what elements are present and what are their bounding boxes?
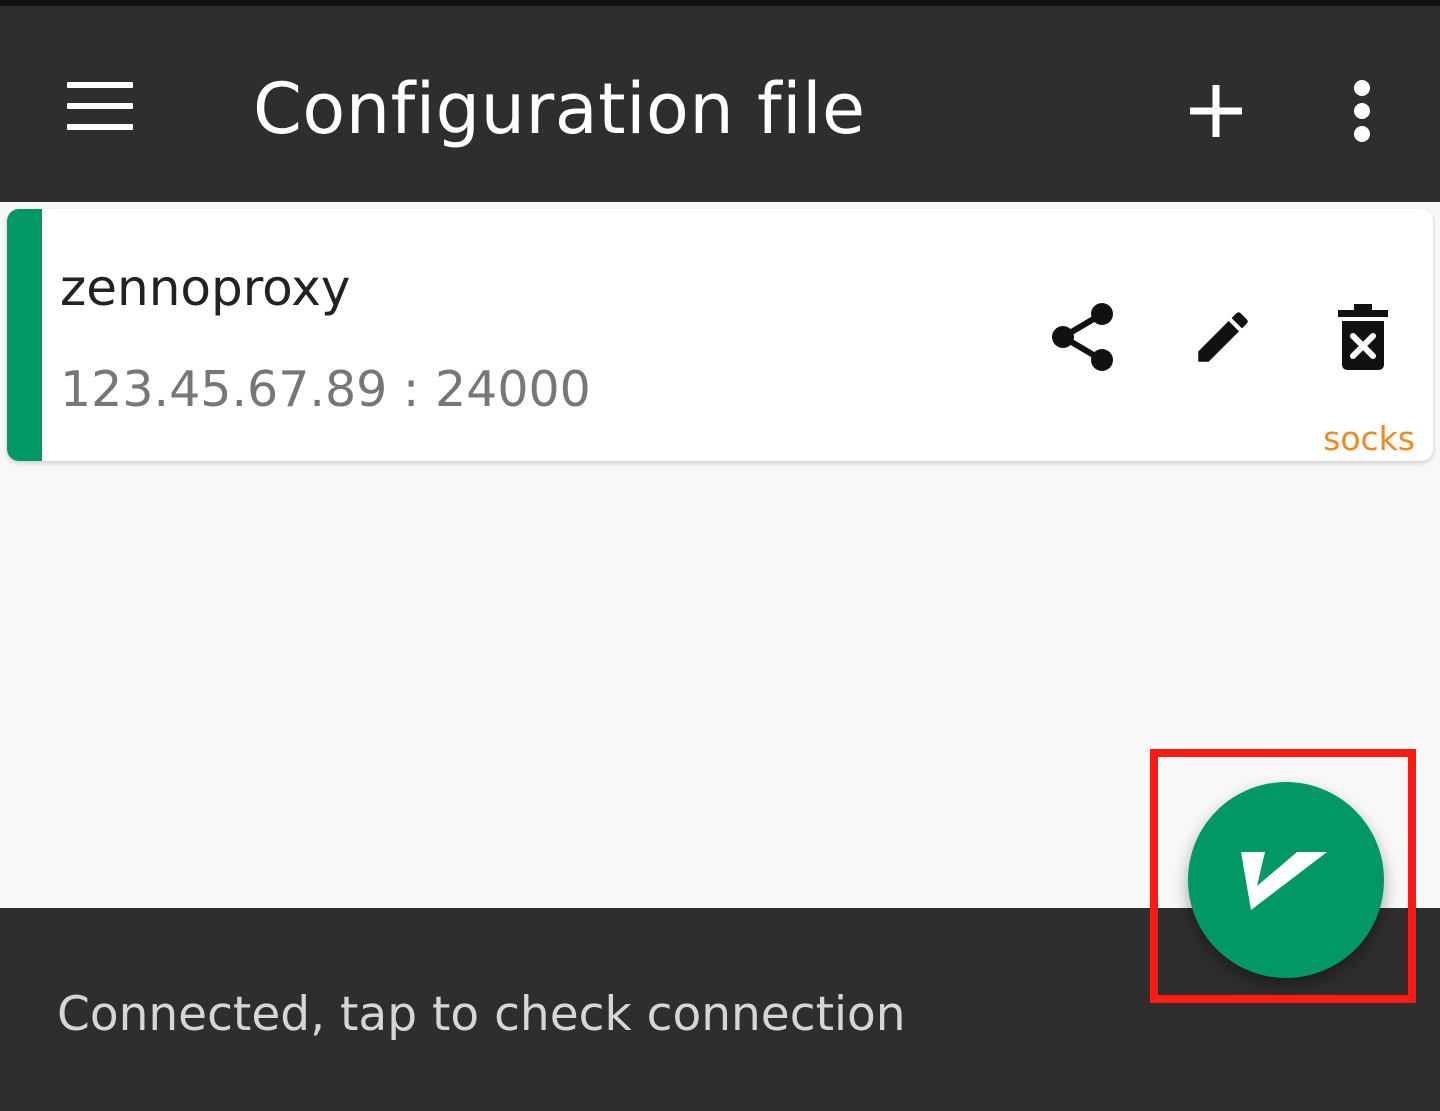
menu-button[interactable] (50, 61, 150, 151)
share-icon (1052, 303, 1113, 371)
hamburger-menu-icon (67, 82, 133, 88)
plus-icon (1190, 85, 1242, 137)
more-vertical-icon (1354, 80, 1370, 142)
server-name: zennoproxy (60, 259, 351, 317)
v2ray-v-logo-icon (1241, 852, 1327, 910)
server-card[interactable]: zennoproxy 123.45.67.89 : 24000 socks (7, 209, 1433, 461)
page-title: Configuration file (253, 68, 866, 150)
connect-toggle-button[interactable] (1188, 782, 1384, 978)
connection-status-text[interactable]: Connected, tap to check connection (57, 984, 906, 1046)
delete-trash-icon (1338, 304, 1388, 370)
edit-button[interactable] (1183, 297, 1263, 377)
share-button[interactable] (1043, 297, 1123, 377)
more-options-button[interactable] (1322, 66, 1402, 156)
protocol-badge: socks (1323, 419, 1415, 458)
delete-button[interactable] (1323, 297, 1403, 377)
server-address: 123.45.67.89 : 24000 (60, 361, 591, 418)
edit-pencil-icon (1198, 312, 1248, 362)
hamburger-menu-icon (67, 103, 133, 109)
app-bar: Configuration file (0, 6, 1440, 202)
add-config-button[interactable] (1178, 66, 1254, 156)
selected-indicator (7, 209, 42, 461)
hamburger-menu-icon (67, 124, 133, 130)
